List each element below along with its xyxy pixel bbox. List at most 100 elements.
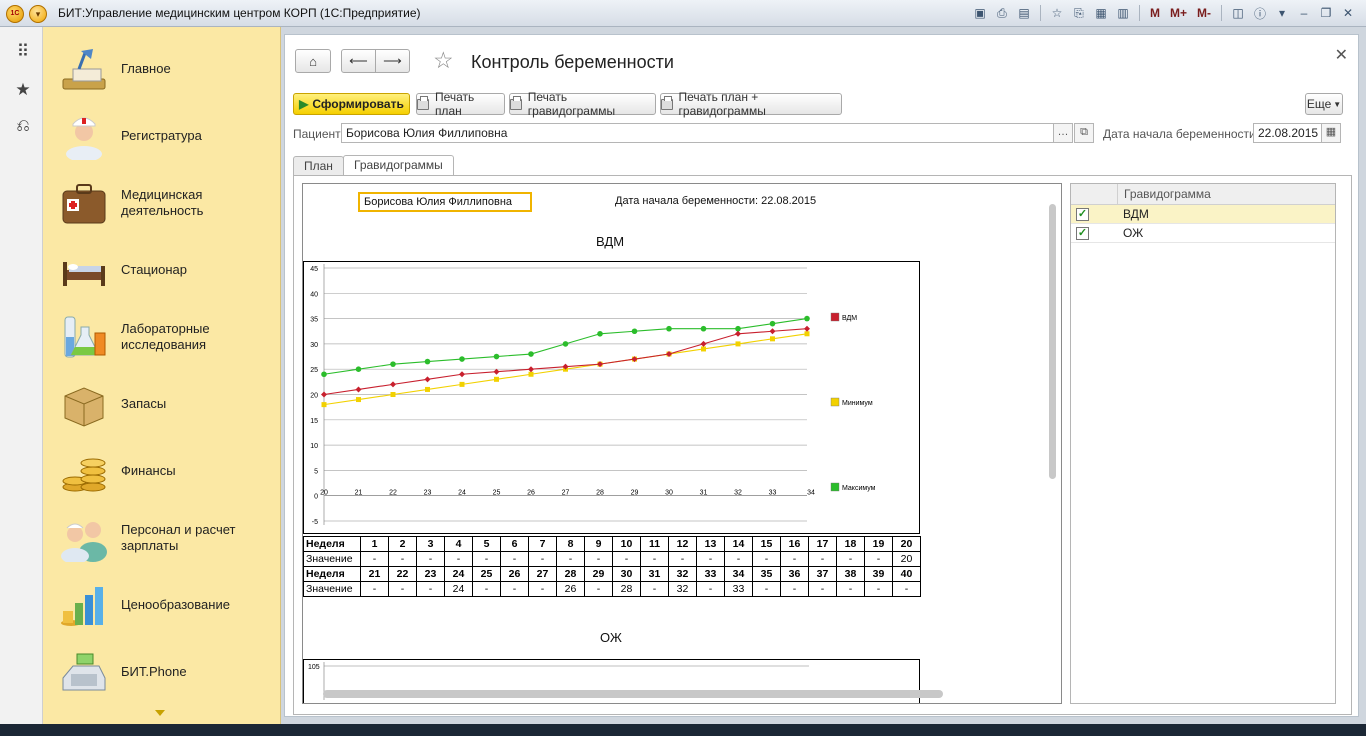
section-bit-phone[interactable]: БИТ.Phone xyxy=(43,640,281,704)
section-main[interactable]: Главное xyxy=(43,37,281,101)
save-icon[interactable]: ▣ xyxy=(970,4,990,22)
generate-button[interactable]: ▶ Сформировать xyxy=(293,93,410,115)
preview-icon[interactable]: ▤ xyxy=(1014,4,1034,22)
sections-scroll-down-icon[interactable] xyxy=(155,710,165,716)
value-cell: - xyxy=(836,581,865,597)
back-button[interactable]: ⟵ xyxy=(341,49,376,73)
work-area: ⌂ ⟵ ⟶ ☆ Контроль беременности ✕ ▶ Сформир… xyxy=(281,27,1366,724)
value-cell: - xyxy=(864,581,893,597)
app-logo-icon[interactable]: 1С xyxy=(6,5,24,23)
memory-m-button[interactable]: M xyxy=(1146,6,1164,20)
data-point xyxy=(735,330,741,337)
week-cell: 40 xyxy=(892,566,921,582)
y-tick-label: 40 xyxy=(310,291,318,298)
print-plan-button[interactable]: Печать план xyxy=(416,90,505,118)
panels-icon[interactable]: ◫ xyxy=(1228,4,1248,22)
link-icon[interactable]: ⎘ xyxy=(1069,4,1089,22)
tab-gravidograms[interactable]: Гравидограммы xyxy=(343,155,454,175)
legend-label: Минимум xyxy=(842,400,873,407)
desk-lamp-icon xyxy=(62,49,106,90)
restore-icon[interactable]: ❐ xyxy=(1316,4,1336,22)
vdm-chart-svg: -5 0 5 10 15 20 25 30 35 40 45 20 21 22 23 24 25 26 27 28 29… xyxy=(310,264,876,526)
data-point xyxy=(700,325,707,332)
week-cell: 38 xyxy=(836,566,865,582)
gravidogram-list: Гравидограмма ✓ ВДМ ✓ ОЖ xyxy=(1070,183,1336,704)
minimize-icon[interactable]: – xyxy=(1294,4,1314,22)
data-point xyxy=(355,386,362,393)
value-cell: 32 xyxy=(668,581,697,597)
patient-open-button[interactable]: ⧉ xyxy=(1074,123,1094,143)
x-tick-label: 20 xyxy=(320,490,328,497)
value-cell: - xyxy=(640,551,669,567)
pregnancy-control-form: ⌂ ⟵ ⟶ ☆ Контроль беременности ✕ ▶ Сформир… xyxy=(284,34,1359,717)
week-cell: 39 xyxy=(864,566,893,582)
print-gravidograms-button[interactable]: Печать гравидограммы xyxy=(509,90,656,118)
document-vertical-scrollbar[interactable] xyxy=(1046,198,1056,690)
tab-plan[interactable]: План xyxy=(293,156,344,175)
checkbox-oj[interactable]: ✓ xyxy=(1076,227,1089,240)
value-cell: - xyxy=(808,581,837,597)
section-registry[interactable]: Регистратура xyxy=(43,104,281,168)
main-menu-button[interactable]: ▾ xyxy=(29,5,47,23)
info-icon[interactable]: ⓘ xyxy=(1250,4,1270,22)
column-header-gravidogram[interactable]: Гравидограмма xyxy=(1117,184,1211,205)
chevron-down-icon[interactable]: ▾ xyxy=(1272,4,1292,22)
document-horizontal-scrollbar[interactable] xyxy=(323,690,943,698)
apps-grid-icon[interactable]: ⠿ xyxy=(12,41,34,63)
patient-select-button[interactable]: … xyxy=(1053,123,1073,143)
forward-button[interactable]: ⟶ xyxy=(375,49,410,73)
y-tick-label: 20 xyxy=(310,393,318,400)
calculator-icon[interactable]: ▦ xyxy=(1091,4,1111,22)
memory-minus-button[interactable]: M- xyxy=(1193,6,1215,20)
x-tick-label: 24 xyxy=(458,490,466,497)
data-point xyxy=(769,328,776,335)
week-cell: 15 xyxy=(752,536,781,552)
close-icon[interactable]: ✕ xyxy=(1335,45,1348,65)
print-plan-and-gravidograms-button[interactable]: Печать план + гравидограммы xyxy=(660,90,842,118)
history-icon[interactable]: ⎌ xyxy=(12,115,34,137)
legend-swatch xyxy=(830,397,840,407)
home-button[interactable]: ⌂ xyxy=(295,49,331,73)
checkbox-vdm[interactable]: ✓ xyxy=(1076,208,1089,221)
week-cell: 26 xyxy=(500,566,529,582)
more-button[interactable]: Еще ▼ xyxy=(1305,93,1343,115)
section-staff[interactable]: Персонал и расчет зарплаты xyxy=(43,506,281,570)
document-patient-cell[interactable]: Борисова Юлия Филлиповна xyxy=(358,192,532,212)
value-cell: - xyxy=(360,551,389,567)
pregnancy-date-field[interactable]: 22.08.2015 xyxy=(1253,123,1322,143)
section-finance[interactable]: Финансы xyxy=(43,439,281,503)
week-cell: 37 xyxy=(808,566,837,582)
value-cell: - xyxy=(584,581,613,597)
patient-field[interactable]: Борисова Юлия Филлиповна xyxy=(341,123,1054,143)
home-icon: ⌂ xyxy=(309,53,317,69)
section-pricing[interactable]: Ценообразование xyxy=(43,573,281,637)
calendar-picker-icon[interactable]: ▦ xyxy=(1321,123,1341,143)
data-point xyxy=(666,325,672,332)
x-tick-label: 30 xyxy=(665,490,673,497)
value-cell: - xyxy=(360,581,389,597)
list-item[interactable]: ✓ ВДМ xyxy=(1071,205,1335,224)
calendar-icon[interactable]: ▥ xyxy=(1113,4,1133,22)
legend-swatch xyxy=(830,312,840,322)
list-item[interactable]: ✓ ОЖ xyxy=(1071,224,1335,243)
favorites-star-icon[interactable]: ★ xyxy=(12,79,34,101)
section-hospital[interactable]: Стационар xyxy=(43,238,281,302)
section-stocks[interactable]: Запасы xyxy=(43,372,281,436)
section-medical[interactable]: Медицинская деятельность xyxy=(43,171,281,235)
week-cell: 7 xyxy=(528,536,557,552)
section-laboratory[interactable]: Лабораторные исследования xyxy=(43,305,281,369)
favorites-add-icon[interactable]: ☆ xyxy=(1047,4,1067,22)
value-cell: - xyxy=(528,551,557,567)
print-icon[interactable]: ⎙ xyxy=(992,4,1012,22)
y-tick-label: 35 xyxy=(310,317,318,324)
medical-case-icon xyxy=(62,184,106,224)
week-cell: 19 xyxy=(864,536,893,552)
close-window-icon[interactable]: ✕ xyxy=(1338,4,1358,22)
scrollbar-thumb[interactable] xyxy=(1049,204,1056,479)
y-tick-label: 30 xyxy=(310,342,318,349)
value-cell: - xyxy=(416,551,445,567)
data-point xyxy=(700,340,707,347)
favorite-star-icon[interactable]: ☆ xyxy=(433,47,454,74)
memory-plus-button[interactable]: M+ xyxy=(1166,6,1191,20)
data-point xyxy=(390,381,396,388)
